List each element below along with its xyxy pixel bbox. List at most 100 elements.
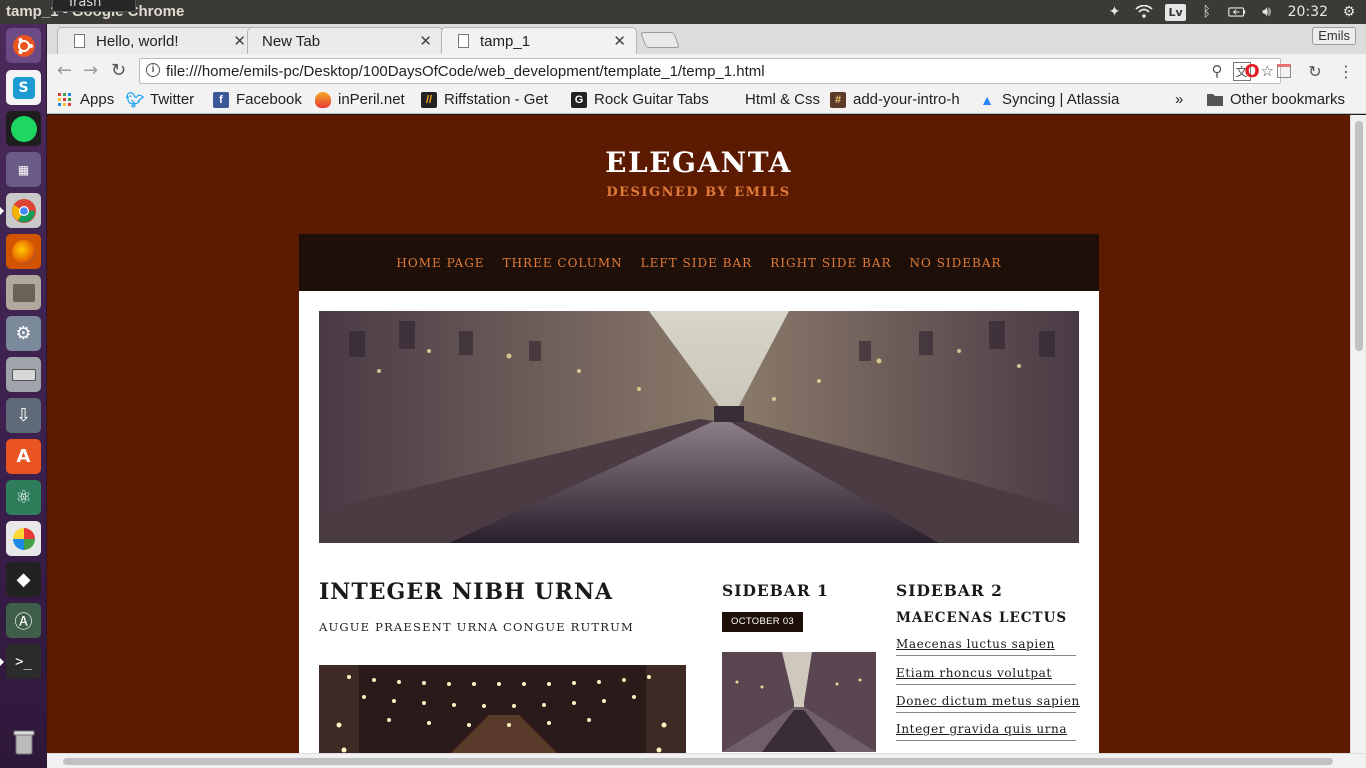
tab-title: tamp_1 [480, 33, 531, 50]
bookmark-html-css[interactable]: Html & Css [745, 91, 820, 108]
update-manager-icon[interactable]: Ⓐ [6, 603, 41, 638]
url-text[interactable]: file:///home/emils-pc/Desktop/100DaysOfC… [166, 63, 765, 80]
bookmark-label: Twitter [150, 91, 195, 108]
system-settings-icon[interactable]: ⚙ [6, 316, 41, 351]
nav-home-page[interactable]: HOME PAGE [387, 256, 493, 270]
file-manager-icon[interactable] [6, 275, 41, 310]
system-tray: ✦ Lv ᛒ 🔊︎ 20:32 ⚙ [1105, 2, 1358, 22]
vertical-scrollbar[interactable] [1350, 115, 1366, 753]
spotify-icon[interactable] [6, 111, 41, 146]
bookmark-star-icon[interactable]: ☆ [1261, 62, 1274, 81]
post-title[interactable]: INTEGER NIBH URNA [319, 579, 613, 605]
atlassian-icon: ▲ [980, 91, 994, 108]
tab-hello-world[interactable]: Hello, world! ✕ [57, 27, 257, 54]
software-center-icon[interactable]: A [6, 439, 41, 474]
volume-icon[interactable]: 🔊︎ [1258, 4, 1276, 20]
new-tab-button[interactable] [640, 32, 680, 48]
usb-drive-icon[interactable]: ⇩ [6, 398, 41, 433]
reload-icon[interactable]: ↻ [111, 60, 126, 81]
os-top-panel: tamp_1 - Google Chrome Trash ✦ Lv ᛒ 🔊︎ 2… [0, 0, 1366, 24]
bookmark-label: Riffstation - Get [444, 91, 548, 108]
close-tab-icon[interactable]: ✕ [419, 32, 432, 50]
tab-new-tab[interactable]: New Tab ✕ [247, 27, 443, 54]
bookmark-apps[interactable]: Apps [57, 91, 114, 108]
riffstation-icon: // [421, 91, 437, 108]
nav-no-sidebar[interactable]: NO SIDEBAR [901, 256, 1011, 270]
site-title[interactable]: ELEGANTA [47, 146, 1350, 179]
bookmark-label: add-your-intro-h [853, 91, 960, 108]
opera-extension-icon[interactable]: O [1243, 61, 1261, 82]
battery-icon[interactable] [1227, 4, 1246, 20]
scrollbar-thumb[interactable] [1355, 121, 1363, 351]
content-area: INTEGER NIBH URNA AUGUE PRAESENT URNA CO… [299, 291, 1099, 753]
sidebar-2-title: SIDEBAR 2 [896, 581, 1003, 600]
inkscape-icon[interactable]: ◆ [6, 562, 41, 597]
wifi-icon[interactable] [1135, 4, 1154, 20]
bookmark-label: Other bookmarks [1230, 91, 1346, 108]
hero-image [319, 311, 1079, 543]
sidebar-link[interactable]: Maecenas luctus sapien [896, 637, 1076, 656]
bookmark-other-bookmarks[interactable]: Other bookmarks [1207, 91, 1345, 108]
sidebar-link[interactable]: Donec dictum metus sapien [896, 694, 1079, 713]
chrome-menu-icon[interactable]: ⋮ [1337, 62, 1355, 81]
keyboard-layout-indicator[interactable]: Lv [1165, 3, 1186, 21]
terminal-icon[interactable]: >_ [0, 644, 41, 679]
trash-tooltip: Trash [52, 0, 136, 12]
ubuntu-dash-icon[interactable] [6, 28, 41, 63]
close-tab-icon[interactable]: ✕ [233, 32, 246, 50]
close-tab-icon[interactable]: ✕ [613, 32, 626, 50]
site-subtitle: DESIGNED BY EMILS [606, 185, 791, 200]
back-icon[interactable]: ← [57, 60, 72, 81]
color-pinwheel-icon[interactable] [6, 521, 41, 556]
page-icon [74, 34, 85, 48]
overflow-chevron-icon: » [1175, 91, 1184, 108]
bookmark-add-your-intro[interactable]: # add-your-intro-h [830, 91, 960, 108]
workspace-switcher-icon[interactable]: ▦ [6, 152, 41, 187]
bluetooth-icon[interactable]: ᛒ [1198, 4, 1216, 20]
disk-drive-icon[interactable] [6, 357, 41, 392]
bookmarks-overflow-button[interactable]: » [1175, 91, 1183, 108]
atom-editor-icon[interactable]: ⚛ [6, 480, 41, 515]
app-launcher: S ▦ ⚙ ⇩ A ⚛ ◆ Ⓐ >_ [0, 24, 47, 768]
folder-icon [1207, 92, 1223, 108]
nav-right-side-bar[interactable]: RIGHT SIDE BAR [761, 256, 900, 270]
bookmark-label: Html & Css [745, 91, 820, 108]
info-icon[interactable]: i [146, 63, 160, 77]
sidebar-2-heading: MAECENAS LECTUS [896, 610, 1068, 626]
chrome-icon[interactable] [0, 193, 41, 228]
bookmark-rock-guitar-tabs[interactable]: G Rock Guitar Tabs [571, 91, 709, 108]
dropbox-icon[interactable]: ✦ [1105, 4, 1123, 20]
bookmark-facebook[interactable]: f Facebook [213, 91, 302, 108]
zoom-icon[interactable]: ⚲ [1212, 62, 1223, 81]
calendar-extension-icon[interactable] [1275, 62, 1293, 80]
address-bar[interactable]: i file:///home/emils-pc/Desktop/100DaysO… [139, 58, 1281, 84]
tab-strip: Hello, world! ✕ New Tab ✕ tamp_1 ✕ Emils [47, 24, 1366, 54]
sidebar-link[interactable]: Etiam rhoncus volutpat [896, 666, 1076, 685]
nav-three-column[interactable]: THREE COLUMN [494, 256, 632, 270]
profile-button[interactable]: Emils [1312, 27, 1356, 45]
g-icon: G [571, 91, 587, 108]
date-badge: OCTOBER 03 [722, 612, 804, 632]
hash-icon: # [830, 91, 846, 108]
trash-icon[interactable] [6, 724, 41, 759]
bookmark-syncing-atlassian[interactable]: ▲ Syncing | Atlassia [979, 91, 1119, 108]
sidebar-link[interactable]: Integer gravida quis urna [896, 722, 1076, 741]
bookmark-twitter[interactable]: 🐦︎ Twitter [125, 91, 195, 109]
gear-icon[interactable]: ⚙ [1340, 4, 1358, 20]
page-icon [458, 34, 469, 48]
apps-grid-icon [57, 92, 73, 108]
horizontal-scrollbar[interactable] [47, 753, 1366, 768]
scrollbar-thumb[interactable] [63, 758, 1333, 765]
forward-icon[interactable]: → [83, 60, 98, 81]
bookmark-label: inPeril.net [338, 91, 405, 108]
bookmark-riffstation[interactable]: // Riffstation - Get [421, 91, 548, 108]
skype-icon[interactable]: S [6, 70, 41, 105]
bookmark-label: Syncing | Atlassia [1002, 91, 1120, 108]
sidebar-1-title: SIDEBAR 1 [722, 581, 829, 600]
bookmark-inperil[interactable]: inPeril.net [315, 91, 405, 108]
nav-left-side-bar[interactable]: LEFT SIDE BAR [632, 256, 762, 270]
firefox-icon[interactable] [6, 234, 41, 269]
clock[interactable]: 20:32 [1288, 4, 1328, 20]
sync-extension-icon[interactable]: ↻ [1306, 62, 1324, 81]
tab-tamp-1[interactable]: tamp_1 ✕ [441, 27, 637, 54]
